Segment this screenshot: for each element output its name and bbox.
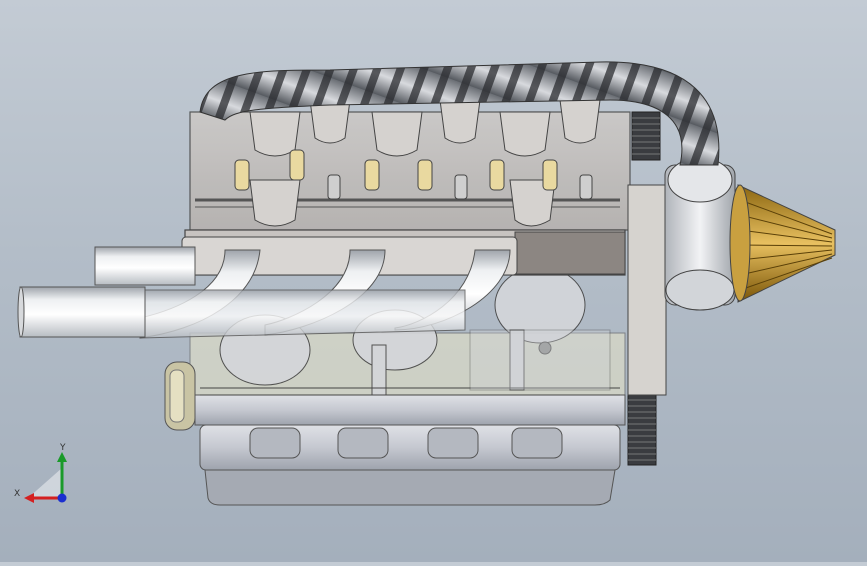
turbocharger[interactable] bbox=[664, 157, 736, 311]
z-axis-icon bbox=[57, 493, 67, 503]
y-axis-label: Y bbox=[59, 443, 66, 453]
y-arrow-icon bbox=[57, 452, 67, 462]
timing-pulley[interactable] bbox=[631, 111, 661, 161]
x-arrow-icon bbox=[24, 493, 34, 503]
3d-viewport[interactable] bbox=[0, 0, 867, 562]
front-pulley[interactable] bbox=[164, 361, 196, 431]
air-filter[interactable] bbox=[729, 184, 836, 303]
exhaust-pipe-lower[interactable] bbox=[19, 286, 146, 338]
exhaust-pipe-upper[interactable] bbox=[94, 246, 196, 286]
flywheel[interactable] bbox=[627, 394, 657, 466]
oil-pan[interactable] bbox=[204, 469, 616, 506]
x-axis-label: X bbox=[14, 489, 20, 499]
exhaust-header[interactable] bbox=[139, 236, 518, 339]
orientation-triad: Y X bbox=[10, 438, 80, 508]
